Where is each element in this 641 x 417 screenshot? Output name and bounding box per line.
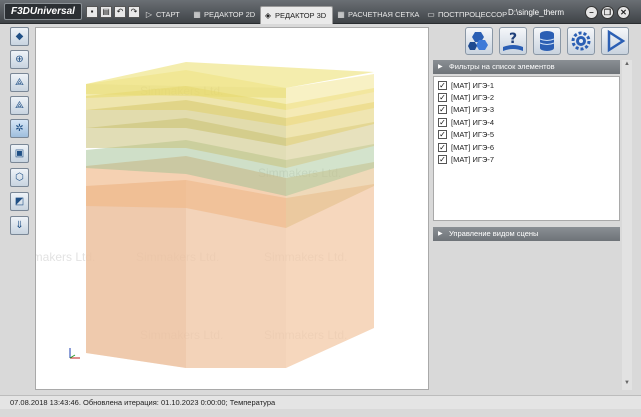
scene-panel-title: Управление видом сцены xyxy=(449,229,539,238)
item-label: [МАТ] ИГЭ-7 xyxy=(451,155,495,164)
soil-block-back xyxy=(86,180,186,368)
print-icon: ▤ xyxy=(102,7,110,16)
minimize-icon: – xyxy=(589,8,594,17)
list-item[interactable]: ✓ [МАТ] ИГЭ-2 xyxy=(438,92,494,104)
item-label: [МАТ] ИГЭ-6 xyxy=(451,143,495,152)
item-label: [МАТ] ИГЭ-2 xyxy=(451,93,495,102)
checkbox[interactable]: ✓ xyxy=(438,81,447,90)
database-icon xyxy=(539,31,555,51)
layers-icon: ⟁ xyxy=(15,77,24,88)
close-icon: ✕ xyxy=(620,8,627,17)
frame-icon: ▣ xyxy=(14,148,25,159)
play-icon: ▷ xyxy=(145,10,153,19)
select-button[interactable]: ✲ xyxy=(10,119,29,138)
scroll-down-icon[interactable]: ▼ xyxy=(623,380,631,386)
export-button[interactable]: ⇓ xyxy=(10,216,29,235)
item-label: [МАТ] ИГЭ-5 xyxy=(451,130,495,139)
list-item[interactable]: ✓ [МАТ] ИГЭ-6 xyxy=(438,142,494,154)
checkbox[interactable]: ✓ xyxy=(438,93,447,102)
tab-editor-3d[interactable]: ◈ РЕДАКТОР 3D xyxy=(260,6,334,24)
checkbox[interactable]: ✓ xyxy=(438,130,447,139)
cube-view-button[interactable]: ◆ xyxy=(10,27,29,46)
status-text: 07.08.2018 13:43:46. Обновлена итерация:… xyxy=(10,398,276,407)
3d-viewport[interactable]: Simmakers Ltd. Simmakers Ltd. Simmakers … xyxy=(35,27,429,390)
export-icon: ⇓ xyxy=(15,220,24,231)
filter-panel-header[interactable]: ▶ Фильтры на список элементов xyxy=(433,60,620,74)
settings-gear-icon xyxy=(571,31,591,51)
checkbox[interactable]: ✓ xyxy=(438,143,447,152)
list-item[interactable]: ✓ [МАТ] ИГЭ-7 xyxy=(438,154,494,166)
status-bar: 07.08.2018 13:43:46. Обновлена итерация:… xyxy=(0,395,641,409)
scale-button[interactable]: ◩ xyxy=(10,192,29,211)
frame-button[interactable]: ▣ xyxy=(10,144,29,163)
soil-layers-model xyxy=(69,62,374,368)
rotate-icon: ⬡ xyxy=(15,172,24,183)
cube-icon: ◈ xyxy=(264,11,272,20)
undo-button[interactable]: ↶ xyxy=(114,6,126,18)
item-label: [МАТ] ИГЭ-1 xyxy=(451,81,495,90)
checkbox[interactable]: ✓ xyxy=(438,155,447,164)
tab-label: ПОСТПРОЦЕССОР xyxy=(438,10,508,19)
print-button[interactable]: ▤ xyxy=(100,6,112,18)
list-item[interactable]: ✓ [МАТ] ИГЭ-3 xyxy=(438,104,494,116)
scale-icon: ◩ xyxy=(14,196,25,207)
help-button[interactable]: ? xyxy=(499,27,527,55)
view-toolbar: ◆ ⊕ ⟁ ⟁ ✲ ▣ ⬡ ◩ ⇓ xyxy=(6,24,32,242)
tab-start[interactable]: ▷ СТАРТ xyxy=(142,6,180,24)
list-item[interactable]: ✓ [МАТ] ИГЭ-5 xyxy=(438,129,494,141)
list-item[interactable]: ✓ [МАТ] ИГЭ-4 xyxy=(438,117,494,129)
rotate-button[interactable]: ⬡ xyxy=(10,168,29,187)
layers-multi-icon: ⟁ xyxy=(15,100,24,111)
run-icon xyxy=(607,29,626,53)
item-label: [МАТ] ИГЭ-4 xyxy=(451,118,495,127)
restore-icon: ❐ xyxy=(603,8,612,17)
tab-postprocessor[interactable]: ▭ ПОСТПРОЦЕССОР xyxy=(424,6,507,24)
hexagons-icon xyxy=(468,32,488,50)
element-filter-list: ✓ [МАТ] ИГЭ-1 ✓ [МАТ] ИГЭ-2 ✓ [МАТ] ИГЭ-3 ✓… xyxy=(433,76,620,221)
panel-scrollbar[interactable]: ▲ ▼ xyxy=(622,60,632,390)
close-button[interactable]: ✕ xyxy=(617,6,630,19)
grid-icon: ▦ xyxy=(193,10,201,19)
expand-arrow-icon: ▶ xyxy=(438,64,443,70)
layers-button[interactable]: ⟁ xyxy=(10,73,29,92)
expand-arrow-icon: ▶ xyxy=(438,231,443,237)
checkbox[interactable]: ✓ xyxy=(438,118,447,127)
monitor-icon: ▭ xyxy=(427,10,435,19)
svg-text:?: ? xyxy=(509,31,517,47)
help-book-icon: ? xyxy=(503,31,523,51)
minimize-button[interactable]: – xyxy=(585,6,598,19)
scene-panel-header[interactable]: ▶ Управление видом сцены xyxy=(433,227,620,241)
list-item[interactable]: ✓ [МАТ] ИГЭ-1 xyxy=(438,80,494,92)
redo-button[interactable]: ↷ xyxy=(128,6,140,18)
save-icon: ▪ xyxy=(90,7,94,16)
item-label: [МАТ] ИГЭ-3 xyxy=(451,105,495,114)
scroll-up-icon[interactable]: ▲ xyxy=(623,61,631,67)
layers-multi-button[interactable]: ⟁ xyxy=(10,96,29,115)
redo-icon: ↷ xyxy=(130,7,138,16)
tab-label: РЕДАКТОР 2D xyxy=(204,10,256,19)
checkbox[interactable]: ✓ xyxy=(438,105,447,114)
main-tools: ? xyxy=(433,24,633,58)
undo-icon: ↶ xyxy=(116,7,124,16)
tab-label: РЕДАКТОР 3D xyxy=(275,11,327,20)
tab-label: СТАРТ xyxy=(156,10,180,19)
save-button[interactable]: ▪ xyxy=(86,6,98,18)
tab-mesh[interactable]: ▦ РАСЧЕТНАЯ СЕТКА xyxy=(334,6,419,24)
materials-button[interactable] xyxy=(465,27,493,55)
title-bar: F3DUniversal ▪ ▤ ↶ ↷ ▷ СТАРТ ▦ РЕДАКТОР … xyxy=(0,0,641,24)
mesh-icon: ▦ xyxy=(337,10,345,19)
project-path: D:\single_therm xyxy=(508,8,565,17)
restore-button[interactable]: ❐ xyxy=(601,6,614,19)
cube-view-icon: ◆ xyxy=(15,31,24,42)
settings-button[interactable] xyxy=(567,27,595,55)
app-logo: F3DUniversal xyxy=(4,3,82,20)
filter-panel-title: Фильтры на список элементов xyxy=(449,62,555,71)
database-button[interactable] xyxy=(533,27,561,55)
zoom-button[interactable]: ⊕ xyxy=(10,50,29,69)
select-icon: ✲ xyxy=(15,123,24,134)
run-button[interactable] xyxy=(601,27,629,55)
tab-label: РАСЧЕТНАЯ СЕТКА xyxy=(348,10,420,19)
tab-editor-2d[interactable]: ▦ РЕДАКТОР 2D xyxy=(190,6,255,24)
zoom-icon: ⊕ xyxy=(15,54,24,65)
